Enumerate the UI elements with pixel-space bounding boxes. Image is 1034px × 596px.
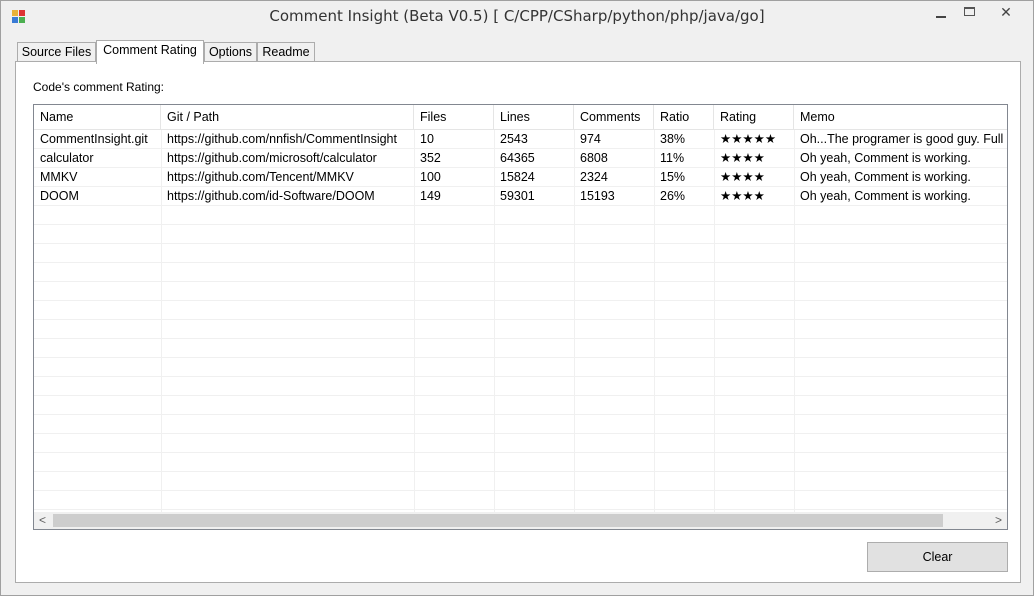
maximize-button[interactable]	[953, 3, 987, 25]
tab-options[interactable]: Options	[204, 42, 257, 63]
scroll-right-icon[interactable]: >	[990, 512, 1007, 529]
empty-table-row	[34, 396, 1007, 415]
title-bar[interactable]: Comment Insight (Beta V0.5) [ C/CPP/CSha…	[1, 1, 1033, 33]
cell-git-path: https://github.com/Tencent/MMKV	[167, 170, 354, 184]
tab-source-files[interactable]: Source Files	[17, 42, 96, 63]
horizontal-scrollbar[interactable]: < >	[34, 512, 1007, 529]
cell-files: 352	[420, 151, 441, 165]
column-header-ratio[interactable]: Ratio	[654, 105, 714, 130]
empty-table-row	[34, 358, 1007, 377]
scroll-left-icon[interactable]: <	[34, 512, 51, 529]
column-header-lines[interactable]: Lines	[494, 105, 574, 130]
cell-rating: ★★★★★	[720, 132, 777, 146]
maximize-icon	[964, 7, 975, 16]
empty-table-row	[34, 415, 1007, 434]
cell-name: calculator	[40, 151, 94, 165]
cell-git-path: https://github.com/microsoft/calculator	[167, 151, 377, 165]
cell-ratio: 26%	[660, 189, 686, 203]
close-icon: ✕	[1000, 5, 1012, 21]
column-header-name[interactable]: Name	[34, 105, 161, 130]
scroll-thumb[interactable]	[53, 514, 943, 527]
empty-table-row	[34, 225, 1007, 244]
column-header-memo[interactable]: Memo	[794, 105, 1007, 130]
empty-table-row	[34, 472, 1007, 491]
cell-lines: 2543	[500, 132, 528, 146]
empty-table-row	[34, 491, 1007, 510]
window-title: Comment Insight (Beta V0.5) [ C/CPP/CSha…	[269, 7, 765, 25]
comment-rating-panel: Code's comment Rating: Name Git / Path F…	[15, 61, 1021, 583]
cell-memo: Oh yeah, Comment is working.	[800, 189, 971, 203]
empty-table-row	[34, 320, 1007, 339]
empty-table-row	[34, 434, 1007, 453]
empty-table-row	[34, 339, 1007, 358]
cell-comments: 6808	[580, 151, 608, 165]
empty-table-row	[34, 244, 1007, 263]
clear-button[interactable]: Clear	[867, 542, 1008, 572]
cell-comments: 974	[580, 132, 601, 146]
cell-memo: Oh yeah, Comment is working.	[800, 151, 971, 165]
column-header-files[interactable]: Files	[414, 105, 494, 130]
cell-git-path: https://github.com/id-Software/DOOM	[167, 189, 375, 203]
cell-files: 100	[420, 170, 441, 184]
cell-name: MMKV	[40, 170, 78, 184]
tab-comment-rating[interactable]: Comment Rating	[96, 40, 204, 64]
cell-rating: ★★★★	[720, 151, 765, 165]
table-row[interactable]: calculator https://github.com/microsoft/c…	[34, 149, 1007, 168]
tab-readme[interactable]: Readme	[257, 42, 315, 63]
empty-table-row	[34, 301, 1007, 320]
cell-comments: 15193	[580, 189, 615, 203]
cell-name: DOOM	[40, 189, 79, 203]
cell-files: 10	[420, 132, 434, 146]
empty-table-row	[34, 377, 1007, 396]
column-header-comments[interactable]: Comments	[574, 105, 654, 130]
table-row[interactable]: CommentInsight.git https://github.com/nnf…	[34, 130, 1007, 149]
cell-ratio: 11%	[660, 151, 685, 165]
table-body: CommentInsight.git https://github.com/nnf…	[34, 130, 1007, 513]
cell-memo: Oh...The programer is good guy. Full 5	[800, 132, 1007, 146]
cell-ratio: 38%	[660, 132, 686, 146]
cell-lines: 59301	[500, 189, 535, 203]
cell-lines: 15824	[500, 170, 535, 184]
cell-comments: 2324	[580, 170, 608, 184]
column-header-rating[interactable]: Rating	[714, 105, 794, 130]
cell-rating: ★★★★	[720, 170, 765, 184]
close-button[interactable]: ✕	[983, 3, 1029, 25]
main-window: Comment Insight (Beta V0.5) [ C/CPP/CSha…	[0, 0, 1034, 596]
minimize-icon	[936, 16, 946, 18]
rating-table[interactable]: Name Git / Path Files Lines Comments Rat…	[33, 104, 1008, 530]
cell-lines: 64365	[500, 151, 535, 165]
empty-table-row	[34, 206, 1007, 225]
cell-git-path: https://github.com/nnfish/CommentInsight	[167, 132, 397, 146]
table-row[interactable]: MMKV https://github.com/Tencent/MMKV 100 15…	[34, 168, 1007, 187]
table-header: Name Git / Path Files Lines Comments Rat…	[34, 105, 1007, 130]
empty-table-row	[34, 263, 1007, 282]
minimize-button[interactable]	[923, 3, 957, 25]
column-header-git-path[interactable]: Git / Path	[161, 105, 414, 130]
cell-memo: Oh yeah, Comment is working.	[800, 170, 971, 184]
cell-files: 149	[420, 189, 441, 203]
empty-table-row	[34, 282, 1007, 301]
rating-caption: Code's comment Rating:	[33, 80, 165, 94]
cell-ratio: 15%	[660, 170, 686, 184]
table-row[interactable]: DOOM https://github.com/id-Software/DOOM 1…	[34, 187, 1007, 206]
empty-table-row	[34, 453, 1007, 472]
cell-rating: ★★★★	[720, 189, 765, 203]
cell-name: CommentInsight.git	[40, 132, 148, 146]
